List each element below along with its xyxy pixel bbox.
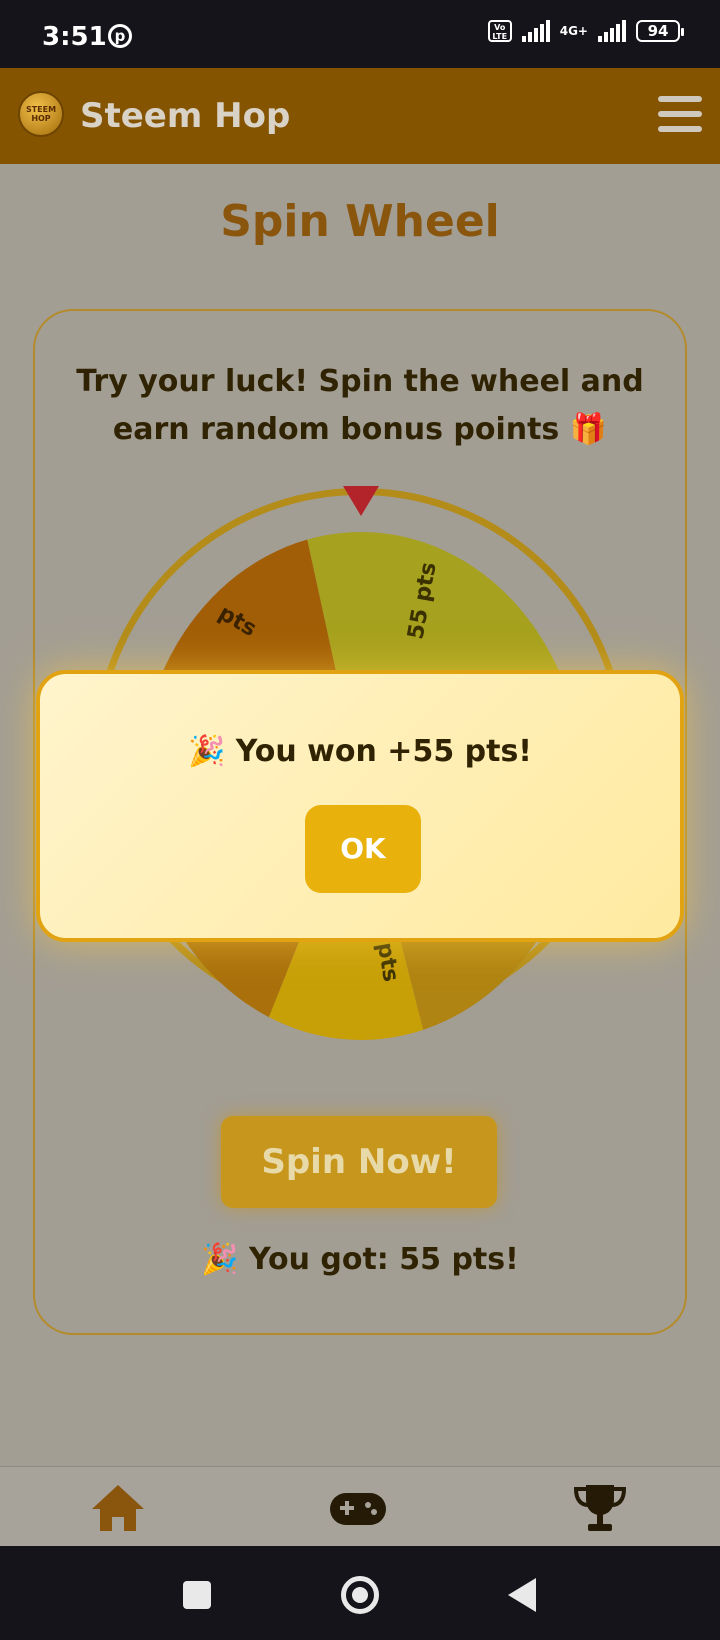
menu-icon[interactable] <box>658 96 702 136</box>
win-message: 🎉 You won +55 pts! <box>188 734 532 769</box>
app-logo[interactable]: STEEM HOP <box>18 91 64 137</box>
status-bar: 3:51 p Vo LTE 4G+ 94 <box>0 0 720 68</box>
spin-intro-text: Try your luck! Spin the wheel and earn r… <box>76 364 644 447</box>
home-system-icon[interactable] <box>341 1576 379 1614</box>
win-dialog: 🎉 You won +55 pts! OK <box>36 670 684 942</box>
status-indicators: Vo LTE 4G+ 94 <box>487 20 684 42</box>
signal-icon-2 <box>598 20 626 42</box>
pinterest-icon: p <box>108 24 132 48</box>
app-header: STEEM HOP Steem Hop <box>0 68 720 164</box>
app-title: Steem Hop <box>80 96 291 136</box>
network-type: 4G+ <box>559 24 588 38</box>
back-icon[interactable] <box>508 1578 536 1612</box>
spin-now-button[interactable]: Spin Now! <box>221 1116 497 1208</box>
logo-text: STEEM HOP <box>25 105 57 123</box>
gamepad-icon[interactable] <box>328 1481 388 1535</box>
signal-icon <box>521 20 550 42</box>
recent-apps-icon[interactable] <box>183 1581 211 1609</box>
system-nav-bar <box>0 1546 720 1640</box>
ok-button[interactable]: OK <box>305 805 421 893</box>
status-time: 3:51 <box>42 22 107 52</box>
spin-result-text: 🎉 You got: 55 pts! <box>201 1242 519 1277</box>
home-icon[interactable] <box>88 1481 148 1535</box>
battery-icon: 94 <box>636 20 684 42</box>
trophy-icon[interactable] <box>570 1481 630 1535</box>
bottom-nav <box>0 1466 720 1547</box>
page-title: Spin Wheel <box>220 196 500 247</box>
battery-level: 94 <box>647 22 669 40</box>
volte-icon: Vo LTE <box>487 20 512 42</box>
wheel-pointer <box>343 486 379 516</box>
